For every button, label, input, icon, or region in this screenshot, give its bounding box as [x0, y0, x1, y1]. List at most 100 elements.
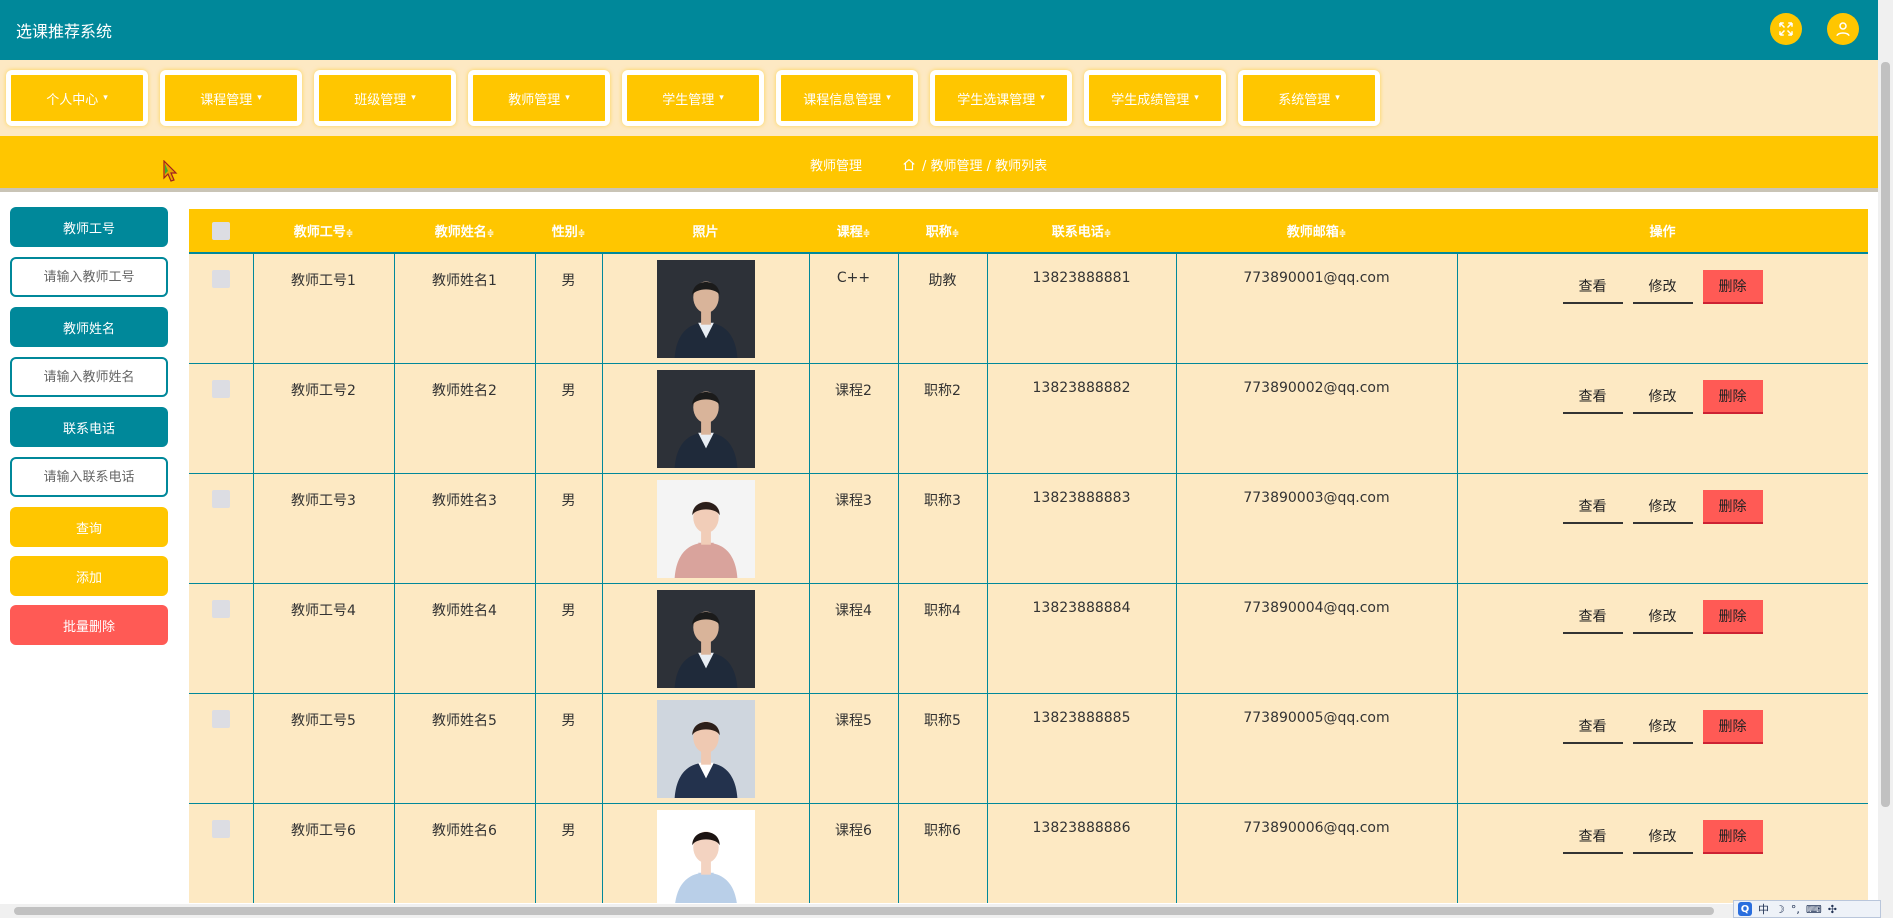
teacher-photo [656, 260, 755, 358]
moon-icon[interactable]: ☽ [1775, 903, 1785, 916]
column-header-gender[interactable]: 性别≑ [535, 209, 602, 254]
column-header-teacher-name[interactable]: 教师姓名≑ [394, 209, 535, 254]
teacher-name-input[interactable] [10, 357, 168, 397]
delete-button[interactable]: 删除 [1702, 709, 1763, 744]
row-checkbox[interactable] [211, 379, 230, 398]
cell-course: 课程5 [808, 693, 899, 804]
sort-icon[interactable]: ≑ [1339, 229, 1347, 239]
column-header-teacher-id[interactable]: 教师工号≑ [253, 209, 394, 254]
phone-input[interactable] [10, 457, 168, 497]
settings-icon[interactable]: ✣ [1828, 903, 1837, 916]
edit-button[interactable]: 修改 [1632, 710, 1693, 744]
sort-icon[interactable]: ≑ [1104, 229, 1112, 239]
table-row[interactable]: 教师工号1 教师姓名1 男 C++ 助教 13823888881 773890001@qq.… [189, 253, 1868, 364]
teacher-name-value: 教师姓名5 [432, 712, 497, 729]
ime-language-label[interactable]: 中 [1758, 901, 1769, 917]
teacher-name-value: 教师姓名3 [432, 492, 497, 509]
edit-button[interactable]: 修改 [1632, 270, 1693, 304]
email-value: 773890001@qq.com [1243, 270, 1390, 286]
view-button[interactable]: 查看 [1562, 380, 1623, 414]
vertical-scrollbar[interactable] [1878, 0, 1893, 918]
keyboard-icon[interactable]: ⌨ [1806, 903, 1822, 916]
nav-label: 个人中心 [46, 92, 99, 108]
ime-toolbar[interactable]: Q 中 ☽ °, ⌨ ✣ [1733, 900, 1881, 918]
cell-gender: 男 [534, 473, 603, 584]
delete-button[interactable]: 删除 [1702, 599, 1763, 634]
table-row[interactable]: 教师工号6 教师姓名6 男 课程6 职称6 13823888886 773890006@qq… [189, 803, 1868, 903]
delete-button[interactable]: 删除 [1702, 819, 1763, 854]
course-value: C++ [836, 270, 871, 286]
column-header-email[interactable]: 教师邮箱≑ [1176, 209, 1457, 254]
sort-icon[interactable]: ≑ [346, 229, 354, 239]
cell-actions: 查看 修改 删除 [1456, 693, 1868, 804]
scrollbar-thumb[interactable] [14, 907, 1714, 915]
title-value: 职称5 [924, 712, 961, 729]
edit-button[interactable]: 修改 [1632, 600, 1693, 634]
nav-item-class-management[interactable]: 班级管理 ▾ [314, 70, 456, 126]
batch-delete-button[interactable]: 批量删除 [10, 605, 168, 645]
scrollbar-thumb[interactable] [1881, 62, 1890, 807]
row-checkbox[interactable] [211, 489, 230, 508]
sort-icon[interactable]: ≑ [863, 229, 871, 239]
nav-item-course-selection-management[interactable]: 学生选课管理 ▾ [930, 70, 1072, 126]
nav-item-course-management[interactable]: 课程管理 ▾ [160, 70, 302, 126]
nav-item-teacher-management[interactable]: 教师管理 ▾ [468, 70, 610, 126]
table-header-row: 教师工号≑ 教师姓名≑ 性别≑ 照片 课程≑ 职称≑ 联系电话≑ 教师邮箱≑ 操… [189, 209, 1868, 254]
query-button[interactable]: 查询 [10, 507, 168, 547]
cell-email: 773890004@qq.com [1175, 583, 1458, 694]
cell-actions: 查看 修改 删除 [1456, 803, 1868, 903]
edit-button[interactable]: 修改 [1632, 820, 1693, 854]
view-button[interactable]: 查看 [1562, 820, 1623, 854]
cell-title: 职称2 [897, 363, 988, 474]
table-row[interactable]: 教师工号5 教师姓名5 男 课程5 职称5 13823888885 773890005@qq… [189, 693, 1868, 804]
table-row[interactable]: 教师工号2 教师姓名2 男 课程2 职称2 13823888882 773890002@qq… [189, 363, 1868, 474]
delete-button[interactable]: 删除 [1702, 270, 1763, 304]
row-checkbox[interactable] [211, 599, 230, 618]
edit-button[interactable]: 修改 [1632, 380, 1693, 414]
cell-phone: 13823888884 [986, 583, 1177, 694]
teacher-id-input[interactable] [10, 257, 168, 297]
column-header-actions: 操作 [1457, 209, 1868, 254]
column-header-course[interactable]: 课程≑ [809, 209, 898, 254]
cell-teacher-name: 教师姓名3 [393, 473, 536, 584]
teacher-table: 教师工号≑ 教师姓名≑ 性别≑ 照片 课程≑ 职称≑ 联系电话≑ 教师邮箱≑ 操… [189, 209, 1868, 903]
view-button[interactable]: 查看 [1562, 270, 1623, 304]
add-button[interactable]: 添加 [10, 556, 168, 596]
delete-button[interactable]: 删除 [1702, 379, 1763, 414]
column-header-title[interactable]: 职称≑ [898, 209, 987, 254]
nav-item-system-management[interactable]: 系统管理 ▾ [1238, 70, 1380, 126]
sort-icon[interactable]: ≑ [487, 229, 495, 239]
nav-item-personal-center[interactable]: 个人中心 ▾ [6, 70, 148, 126]
delete-button[interactable]: 删除 [1702, 489, 1763, 524]
home-icon[interactable] [902, 158, 916, 172]
nav-item-student-management[interactable]: 学生管理 ▾ [622, 70, 764, 126]
view-button[interactable]: 查看 [1562, 490, 1623, 524]
chevron-down-icon: ▾ [565, 93, 570, 103]
sort-icon[interactable]: ≑ [578, 229, 586, 239]
table-row[interactable]: 教师工号3 教师姓名3 男 课程3 职称3 13823888883 773890003@qq… [189, 473, 1868, 584]
row-checkbox[interactable] [211, 709, 230, 728]
nav-item-grade-management[interactable]: 学生成绩管理 ▾ [1084, 70, 1226, 126]
fullscreen-button[interactable] [1770, 13, 1802, 45]
teacher-table-container: 教师工号≑ 教师姓名≑ 性别≑ 照片 课程≑ 职称≑ 联系电话≑ 教师邮箱≑ 操… [189, 209, 1868, 903]
view-button[interactable]: 查看 [1562, 710, 1623, 744]
view-button[interactable]: 查看 [1562, 600, 1623, 634]
edit-button[interactable]: 修改 [1632, 490, 1693, 524]
sort-icon[interactable]: ≑ [952, 229, 960, 239]
cell-gender: 男 [534, 253, 603, 364]
cell-email: 773890005@qq.com [1175, 693, 1458, 804]
punctuation-icon[interactable]: °, [1791, 903, 1800, 916]
horizontal-scrollbar[interactable] [0, 904, 1735, 918]
table-row[interactable]: 教师工号4 教师姓名4 男 课程4 职称4 13823888884 773890004@qq… [189, 583, 1868, 694]
chevron-down-icon: ▾ [1040, 93, 1045, 103]
cell-title: 助教 [897, 253, 988, 364]
row-checkbox[interactable] [211, 819, 230, 838]
user-button[interactable] [1827, 13, 1859, 45]
column-header-label: 教师邮箱 [1286, 225, 1339, 240]
nav-item-course-info-management[interactable]: 课程信息管理 ▾ [776, 70, 918, 126]
gender-value: 男 [561, 382, 576, 399]
select-all-checkbox[interactable] [212, 221, 230, 240]
column-header-phone[interactable]: 联系电话≑ [987, 209, 1176, 254]
row-checkbox[interactable] [211, 270, 230, 288]
cell-title: 职称3 [897, 473, 988, 584]
